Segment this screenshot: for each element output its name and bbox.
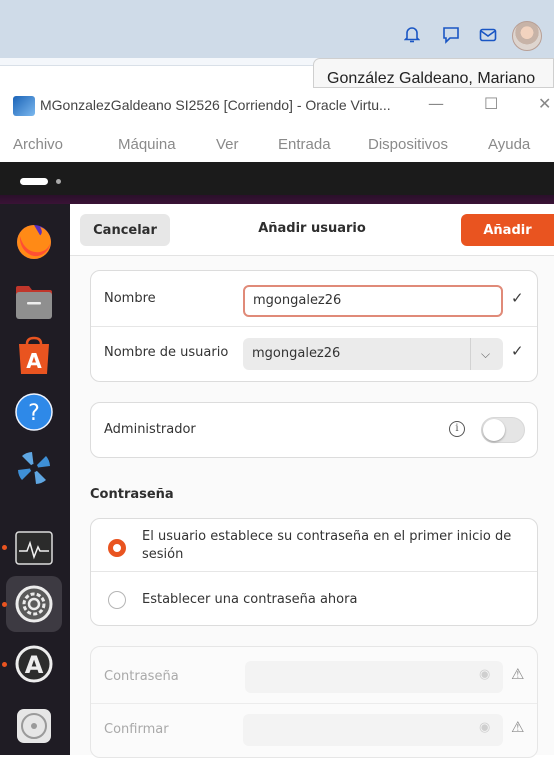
add-button[interactable]: Añadir — [461, 214, 554, 246]
files-icon[interactable] — [6, 274, 62, 330]
settings-icon[interactable] — [6, 576, 62, 632]
password-input[interactable] — [245, 661, 503, 693]
menu-ayuda[interactable]: Ayuda — [488, 136, 530, 153]
menu-entrada[interactable]: Entrada — [278, 136, 331, 153]
menu-dispositivos[interactable]: Dispositivos — [368, 136, 448, 153]
admin-toggle[interactable] — [481, 417, 525, 443]
running-indicator-icon — [2, 662, 7, 667]
warning-icon: ⚠ — [511, 718, 525, 736]
radio-first-login[interactable] — [108, 539, 126, 557]
virtualbox-logo-icon — [13, 96, 35, 116]
info-icon[interactable]: i — [449, 421, 465, 437]
divider — [91, 703, 537, 704]
confirm-input[interactable] — [243, 714, 503, 746]
disc-icon[interactable] — [6, 698, 62, 754]
help-icon[interactable]: ? — [6, 384, 62, 440]
chevron-down-icon[interactable]: ⌵ — [481, 338, 490, 370]
running-indicator-icon — [2, 602, 7, 607]
chat-icon[interactable] — [442, 26, 460, 44]
dialog-header: Cancelar Añadir usuario Añadir — [70, 204, 554, 256]
minimize-icon[interactable]: — — [428, 94, 444, 113]
vbox-menu-bar: Archivo Máquina Ver Entrada Dispositivos… — [0, 124, 554, 162]
divider — [91, 326, 537, 327]
admin-card: Administrador i — [90, 402, 538, 458]
workspace-indicator-icon[interactable] — [20, 178, 48, 185]
name-card: Nombre mgongalez26 ✓ Nombre de usuario m… — [90, 270, 538, 382]
warning-icon: ⚠ — [511, 665, 525, 683]
running-indicator-icon — [2, 545, 7, 550]
eye-icon[interactable]: ◉ — [479, 720, 490, 735]
add-user-dialog: Cancelar Añadir usuario Añadir Nombre mg… — [70, 204, 554, 758]
password-fields-card: Contraseña ◉ ⚠ Confirmar ◉ ⚠ — [90, 646, 538, 758]
divider — [91, 571, 537, 572]
system-monitor-icon[interactable] — [6, 520, 62, 576]
window-title: MGonzalezGaldeano SI2526 [Corriendo] - O… — [40, 97, 391, 113]
username-label: Nombre de usuario — [104, 345, 229, 360]
eye-icon[interactable]: ◉ — [479, 667, 490, 682]
username-value: mgongalez26 — [252, 346, 341, 361]
radio-set-now[interactable] — [108, 591, 126, 609]
app-center-icon[interactable]: A — [6, 328, 62, 384]
option-first-login-label[interactable]: El usuario establece su contraseña en el… — [142, 528, 522, 564]
host-top-bar — [0, 0, 554, 58]
svg-text:?: ? — [28, 401, 40, 426]
menu-archivo[interactable]: Archivo — [13, 136, 63, 153]
menu-maquina[interactable]: Máquina — [118, 136, 176, 153]
password-options-card: El usuario establece su contraseña en el… — [90, 518, 538, 626]
name-input[interactable]: mgongalez26 — [243, 285, 503, 317]
dock: A ? A — [0, 204, 70, 755]
username-combo[interactable]: mgongalez26 ⌵ — [243, 338, 503, 370]
guest-panel-edge — [0, 195, 554, 204]
user-name-tooltip: González Galdeano, Mariano — [313, 58, 554, 88]
svg-text:A: A — [26, 349, 42, 373]
toggle-knob — [483, 419, 505, 441]
firefox-icon[interactable] — [6, 214, 62, 270]
check-icon: ✓ — [511, 289, 524, 307]
name-label: Nombre — [104, 291, 156, 306]
password-section-heading: Contraseña — [90, 487, 174, 502]
bell-icon[interactable] — [403, 26, 421, 44]
password-label: Contraseña — [104, 669, 179, 684]
workspace-dot-icon — [56, 179, 61, 184]
software-updater-icon[interactable]: A — [6, 636, 62, 692]
combo-separator — [470, 338, 471, 370]
admin-label: Administrador — [104, 422, 196, 437]
confirm-label: Confirmar — [104, 722, 169, 737]
svg-text:A: A — [25, 651, 44, 679]
avatar[interactable] — [512, 21, 542, 51]
maximize-icon[interactable]: ☐ — [484, 94, 498, 113]
shotwell-icon[interactable] — [6, 440, 62, 496]
menu-ver[interactable]: Ver — [216, 136, 239, 153]
option-set-now-label[interactable]: Establecer una contraseña ahora — [142, 592, 357, 607]
check-icon: ✓ — [511, 342, 524, 360]
vbox-title-bar: MGonzalezGaldeano SI2526 [Corriendo] - O… — [0, 88, 554, 124]
mail-icon[interactable] — [479, 26, 497, 44]
close-icon[interactable]: ✕ — [538, 94, 551, 113]
